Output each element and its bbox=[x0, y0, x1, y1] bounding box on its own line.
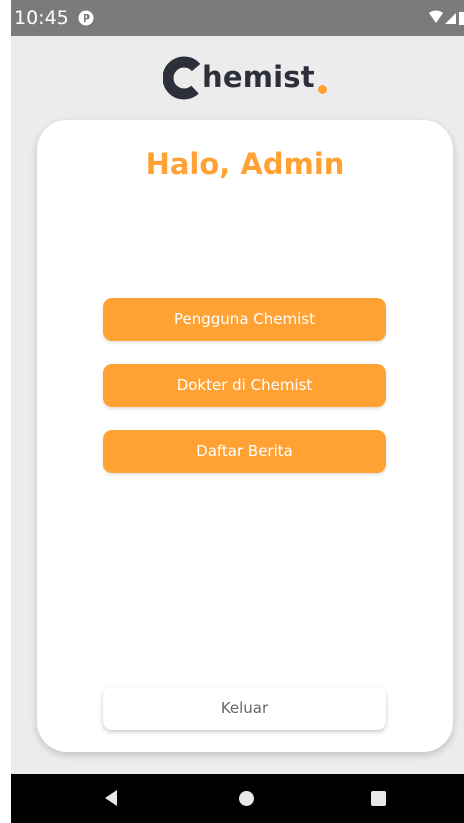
chemist-c-logo-icon bbox=[163, 56, 205, 100]
status-indicators bbox=[429, 10, 464, 25]
wifi-icon bbox=[429, 10, 443, 23]
logout-button[interactable]: Keluar bbox=[103, 687, 386, 730]
notification-app-icon bbox=[78, 10, 94, 26]
logo-dot bbox=[318, 85, 327, 94]
battery-icon bbox=[459, 12, 464, 25]
chemist-logo: hemist bbox=[163, 54, 333, 102]
back-icon[interactable] bbox=[104, 789, 118, 807]
logo-text: hemist bbox=[202, 60, 315, 94]
greeting-title: Halo, Admin bbox=[145, 147, 345, 181]
news-list-button[interactable]: Daftar Berita bbox=[103, 430, 386, 473]
admin-card: Halo, Admin Pengguna Chemist Dokter di C… bbox=[37, 120, 453, 752]
app-screen: 10:45 hemist Halo, Admin Pengguna Chemis… bbox=[11, 0, 464, 823]
users-button[interactable]: Pengguna Chemist bbox=[103, 298, 386, 341]
status-time: 10:45 bbox=[14, 7, 69, 29]
doctors-button[interactable]: Dokter di Chemist bbox=[103, 364, 386, 407]
cell-signal-icon bbox=[445, 13, 456, 24]
navigation-bar bbox=[11, 774, 464, 823]
home-icon[interactable] bbox=[239, 791, 254, 806]
recents-icon[interactable] bbox=[371, 791, 386, 806]
status-bar: 10:45 bbox=[11, 0, 464, 36]
